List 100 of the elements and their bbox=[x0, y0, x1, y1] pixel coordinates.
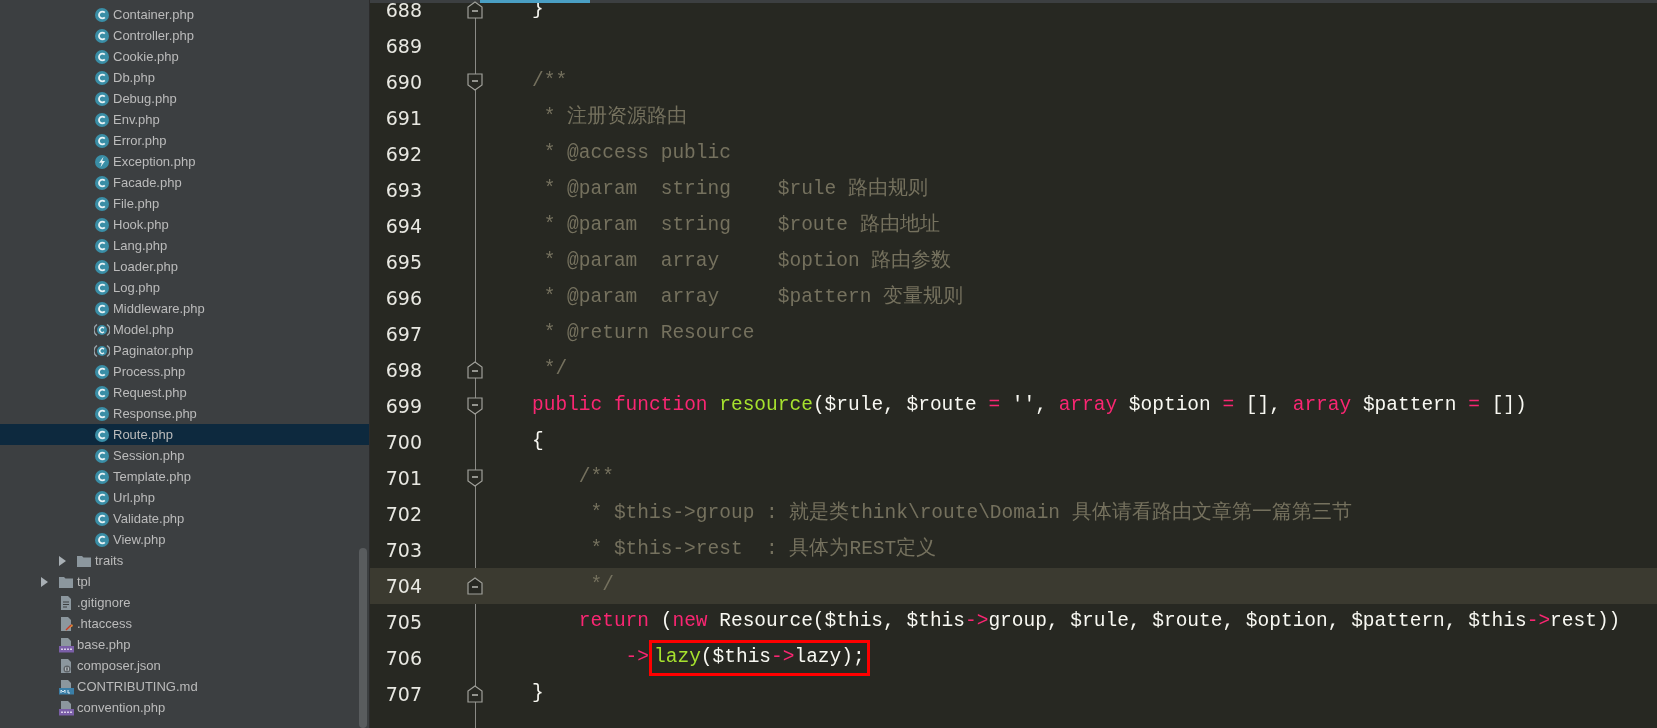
fold-icon[interactable] bbox=[467, 397, 483, 415]
json-file-icon bbox=[58, 657, 74, 674]
class-icon bbox=[94, 300, 110, 317]
tree-item[interactable]: Template.php bbox=[0, 466, 369, 487]
tree-item[interactable]: Request.php bbox=[0, 382, 369, 403]
class-icon bbox=[94, 132, 110, 149]
fold-icon[interactable] bbox=[467, 685, 483, 703]
tree-item[interactable]: Model.php bbox=[0, 319, 369, 340]
text-file-icon bbox=[58, 594, 74, 611]
fold-icon[interactable] bbox=[467, 1, 483, 19]
tree-item[interactable]: Hook.php bbox=[0, 214, 369, 235]
fold-icon[interactable] bbox=[467, 361, 483, 379]
code-line: -> lazy($this->lazy); bbox=[532, 640, 870, 676]
class-icon bbox=[94, 69, 110, 86]
tree-item[interactable]: Controller.php bbox=[0, 25, 369, 46]
tree-item[interactable]: .htaccess bbox=[0, 613, 369, 634]
tree-item[interactable]: Response.php bbox=[0, 403, 369, 424]
class-icon bbox=[94, 27, 110, 44]
tree-item[interactable]: Validate.php bbox=[0, 508, 369, 529]
class-icon bbox=[94, 279, 110, 296]
tree-item[interactable]: Exception.php bbox=[0, 151, 369, 172]
class-icon bbox=[94, 258, 110, 275]
line-number: 695 bbox=[384, 249, 422, 275]
line-number: 701 bbox=[384, 465, 422, 491]
line-number: 693 bbox=[384, 177, 422, 203]
fold-icon[interactable] bbox=[467, 469, 483, 487]
line-number: 706 bbox=[384, 645, 422, 671]
tree-item[interactable]: base.php bbox=[0, 634, 369, 655]
tree-item[interactable]: Middleware.php bbox=[0, 298, 369, 319]
code-line: /** bbox=[577, 465, 614, 491]
line-number: 707 bbox=[384, 681, 422, 707]
php-file-icon bbox=[58, 636, 74, 653]
tree-item[interactable]: Env.php bbox=[0, 109, 369, 130]
code-line: * @param array $option 路由参数 bbox=[542, 248, 952, 275]
class-icon bbox=[94, 363, 110, 380]
fold-icon[interactable] bbox=[467, 577, 483, 595]
expand-arrow-icon[interactable] bbox=[58, 555, 67, 566]
tree-item[interactable]: Paginator.php bbox=[0, 340, 369, 361]
class-icon bbox=[94, 174, 110, 191]
line-number: 691 bbox=[384, 105, 422, 131]
tree-item[interactable]: Cookie.php bbox=[0, 46, 369, 67]
line-number: 694 bbox=[384, 213, 422, 239]
class-icon bbox=[94, 531, 110, 548]
line-number: 688 bbox=[384, 0, 422, 23]
class-icon bbox=[94, 216, 110, 233]
line-number: 690 bbox=[384, 69, 422, 95]
tree-item[interactable]: Session.php bbox=[0, 445, 369, 466]
tree-item[interactable]: .gitignore bbox=[0, 592, 369, 613]
code-line: * @param array $pattern 变量规则 bbox=[542, 284, 964, 311]
tree-item[interactable]: Loader.php bbox=[0, 256, 369, 277]
abstract-class-icon bbox=[94, 321, 110, 338]
line-number: 705 bbox=[384, 609, 422, 635]
tree-item[interactable]: Debug.php bbox=[0, 88, 369, 109]
code-line: public function resource($rule, $route = '', array $option = [], array $pattern = []) bbox=[532, 393, 1527, 419]
class-icon bbox=[94, 48, 110, 65]
abstract-class-icon bbox=[94, 342, 110, 359]
tree-item[interactable]: Facade.php bbox=[0, 172, 369, 193]
code-line: * @param string $rule 路由规则 bbox=[542, 176, 928, 203]
code-line: return (new Resource($this, $this->group, $rule, $route, $option, $pattern, $this->rest)) bbox=[577, 609, 1621, 635]
line-number: 692 bbox=[384, 141, 422, 167]
code-line: */ bbox=[589, 573, 614, 599]
code-line: /** bbox=[532, 69, 568, 95]
code-line: * $this->rest : 具体为REST定义 bbox=[589, 536, 937, 563]
line-number: 702 bbox=[384, 501, 422, 527]
class-icon bbox=[94, 489, 110, 506]
class-icon bbox=[94, 237, 110, 254]
tree-item[interactable]: CONTRIBUTING.md bbox=[0, 676, 369, 697]
tree-item[interactable]: Error.php bbox=[0, 130, 369, 151]
lightning-icon bbox=[94, 153, 110, 170]
tree-item[interactable]: Process.php bbox=[0, 361, 369, 382]
code-line: * @return Resource bbox=[542, 321, 755, 347]
tree-item[interactable]: Container.php bbox=[0, 4, 369, 25]
tree-item[interactable]: convention.php bbox=[0, 697, 369, 718]
tree-item[interactable]: traits bbox=[0, 550, 369, 571]
scrollbar-thumb[interactable] bbox=[359, 548, 367, 728]
tree-item[interactable]: Log.php bbox=[0, 277, 369, 298]
tree-item[interactable]: Lang.php bbox=[0, 235, 369, 256]
tree-item[interactable]: File.php bbox=[0, 193, 369, 214]
expand-arrow-icon[interactable] bbox=[40, 576, 49, 587]
class-icon bbox=[94, 405, 110, 422]
class-icon bbox=[94, 6, 110, 23]
code-line: * $this->group : 就是类think\route\Domain 具体请看路由文章第一篇第三节 bbox=[589, 500, 1352, 527]
class-icon bbox=[94, 111, 110, 128]
code-line: } bbox=[532, 681, 544, 707]
code-line: * 注册资源路由 bbox=[542, 104, 688, 131]
php-file-icon bbox=[58, 699, 74, 716]
line-number: 704 bbox=[384, 573, 422, 599]
tree-item[interactable]: Db.php bbox=[0, 67, 369, 88]
code-line: { bbox=[532, 429, 544, 455]
tree-item[interactable]: composer.json bbox=[0, 655, 369, 676]
tree-item[interactable]: Url.php bbox=[0, 487, 369, 508]
code-line: */ bbox=[542, 357, 568, 383]
tree-item[interactable]: View.php bbox=[0, 529, 369, 550]
line-number: 700 bbox=[384, 429, 422, 455]
fold-icon[interactable] bbox=[467, 73, 483, 91]
line-number: 697 bbox=[384, 321, 422, 347]
class-icon bbox=[94, 426, 110, 443]
tree-item[interactable]: tpl bbox=[0, 571, 369, 592]
line-number: 703 bbox=[384, 537, 422, 563]
tree-item[interactable]: Route.php bbox=[0, 424, 369, 445]
